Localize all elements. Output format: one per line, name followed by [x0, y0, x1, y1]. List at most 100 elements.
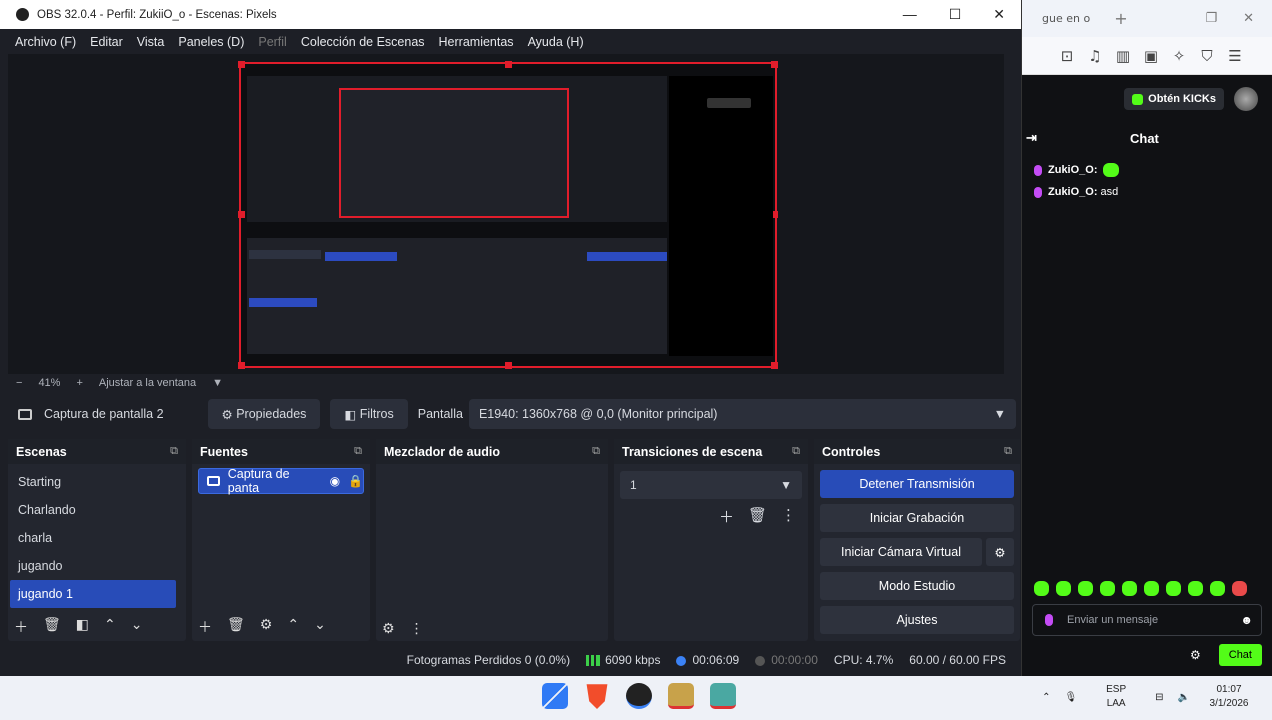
menu-ayuda[interactable]: Ayuda (H) [528, 35, 584, 49]
collapse-chat-icon[interactable]: ⇥ [1022, 130, 1062, 146]
popout-icon[interactable]: ⧉ [170, 445, 178, 458]
volume-icon[interactable]: 🔈 [1178, 692, 1190, 703]
emote-icon[interactable] [1210, 581, 1225, 596]
chat-input[interactable]: Enviar un mensaje ☻ [1032, 604, 1262, 636]
network-icon[interactable]: ⊟ [1155, 692, 1163, 703]
move-up-icon[interactable]: ⌃ [287, 617, 299, 637]
close-icon[interactable]: ✕ [1243, 11, 1254, 26]
source-item[interactable]: Captura de panta ◉ 🔒 [198, 467, 364, 495]
popout-icon[interactable]: ⧉ [354, 445, 362, 458]
clock[interactable]: 01:07 3/1/2026 [1204, 683, 1254, 711]
scene-item[interactable]: jugando [10, 552, 176, 580]
shield-icon[interactable]: ⛉ [1198, 47, 1216, 65]
avatar[interactable] [1234, 87, 1258, 111]
new-tab-icon[interactable]: + [1114, 9, 1127, 28]
menu-vista[interactable]: Vista [137, 35, 165, 49]
add-icon[interactable]: ＋ [719, 506, 734, 527]
resize-handle[interactable] [771, 362, 778, 369]
emote-icon[interactable] [1056, 581, 1071, 596]
microphone-icon[interactable]: 🎙 [1064, 692, 1077, 703]
maximize-button[interactable]: ☐ [949, 6, 962, 23]
preview-area[interactable] [8, 54, 1004, 374]
brave-icon[interactable] [586, 684, 608, 709]
sidebar-icon[interactable]: ▥ [1114, 47, 1132, 65]
start-virtual-camera-button[interactable]: Iniciar Cámara Virtual [820, 538, 982, 566]
add-icon[interactable]: ＋ [198, 617, 212, 637]
screenshot-icon[interactable]: ⊡ [1058, 47, 1076, 65]
menu-paneles[interactable]: Paneles (D) [178, 35, 244, 49]
scene-item[interactable]: charla [10, 524, 176, 552]
virtual-camera-settings-icon[interactable]: ⚙ [986, 538, 1014, 566]
resize-handle[interactable] [238, 362, 245, 369]
start-recording-button[interactable]: Iniciar Grabación [820, 504, 1014, 532]
add-icon[interactable]: ＋ [14, 617, 28, 637]
game-icon[interactable] [710, 683, 736, 709]
ai-icon[interactable]: ✧ [1170, 47, 1188, 65]
fit-window-button[interactable]: Ajustar a la ventana [99, 377, 196, 389]
more-menu-icon[interactable]: ⋮ [410, 621, 424, 637]
scene-item[interactable]: Charlando [10, 496, 176, 524]
transition-select[interactable]: 1 ▼ [620, 471, 802, 499]
resize-handle[interactable] [238, 61, 245, 68]
chevron-up-icon[interactable]: ⌃ [1042, 692, 1050, 703]
close-button[interactable]: ✕ [993, 6, 1005, 23]
scene-item[interactable]: Starting [10, 468, 176, 496]
settings-button[interactable]: Ajustes [820, 606, 1014, 634]
lock-icon[interactable]: 🔒 [348, 474, 363, 488]
properties-button[interactable]: ⚙ Propiedades [207, 399, 321, 429]
emote-icon[interactable] [1188, 581, 1203, 596]
studio-mode-button[interactable]: Modo Estudio [820, 572, 1014, 600]
filters-button[interactable]: ◧ Filtros [330, 399, 408, 429]
filter-icon[interactable]: ◧ [76, 617, 89, 637]
scene-item-selected[interactable]: jugando 1 [10, 580, 176, 608]
emote-icon[interactable] [1122, 581, 1137, 596]
emote-icon[interactable] [1034, 581, 1049, 596]
music-icon[interactable]: ♫ [1086, 47, 1104, 65]
zoom-in-button[interactable]: + [76, 377, 82, 389]
resize-handle[interactable] [505, 362, 512, 369]
chat-username[interactable]: ZukiO_O: [1048, 186, 1098, 198]
chat-username[interactable]: ZukiO_O: [1048, 164, 1098, 176]
eye-icon[interactable]: ◉ [330, 474, 340, 488]
move-down-icon[interactable]: ⌄ [131, 617, 143, 637]
more-menu-icon[interactable]: ⋮ [781, 506, 796, 527]
stop-stream-button[interactable]: Detener Transmisión [820, 470, 1014, 498]
emote-icon[interactable] [1144, 581, 1159, 596]
popout-icon[interactable]: ⧉ [792, 445, 800, 458]
emote-icon[interactable] [1100, 581, 1115, 596]
popout-icon[interactable]: ⧉ [592, 445, 600, 458]
windows-start-icon[interactable] [542, 683, 568, 709]
game-icon[interactable] [668, 683, 694, 709]
move-down-icon[interactable]: ⌄ [314, 617, 326, 637]
menu-herramientas[interactable]: Herramientas [439, 35, 514, 49]
menu-perfil[interactable]: Perfil [258, 35, 286, 49]
zoom-dropdown-icon[interactable]: ▼ [212, 377, 223, 389]
resize-handle[interactable] [771, 61, 778, 68]
popout-icon[interactable]: ⧉ [1004, 445, 1012, 458]
emote-icon[interactable] [1078, 581, 1093, 596]
menu-coleccion[interactable]: Colección de Escenas [301, 35, 425, 49]
menu-archivo[interactable]: Archivo (F) [15, 35, 76, 49]
advanced-audio-icon[interactable]: ⚙ [382, 621, 395, 637]
emote-icon[interactable] [1166, 581, 1181, 596]
gear-icon[interactable]: ⚙ [1190, 648, 1201, 662]
emoji-icon[interactable]: ☻ [1240, 613, 1253, 627]
send-chat-button[interactable]: Chat [1218, 644, 1262, 666]
resize-handle[interactable] [238, 211, 245, 218]
obs-taskbar-icon[interactable] [626, 683, 652, 709]
trash-icon[interactable]: 🗑 [748, 506, 767, 527]
minimize-button[interactable]: — [903, 6, 917, 23]
zoom-out-button[interactable]: − [16, 377, 22, 389]
resize-handle[interactable] [505, 61, 512, 68]
menu-icon[interactable]: ☰ [1226, 47, 1244, 65]
wallet-icon[interactable]: ▣ [1142, 47, 1160, 65]
get-kicks-button[interactable]: Obtén KICKs [1124, 88, 1224, 110]
emote-icon[interactable] [1232, 581, 1247, 596]
move-up-icon[interactable]: ⌃ [104, 617, 116, 637]
menu-editar[interactable]: Editar [90, 35, 123, 49]
restore-icon[interactable]: ❐ [1205, 11, 1217, 26]
language-indicator[interactable]: ESP LAA [1091, 683, 1141, 711]
display-select[interactable]: E1940: 1360x768 @ 0,0 (Monitor principal… [468, 399, 1016, 429]
trash-icon[interactable]: 🗑 [43, 617, 61, 637]
trash-icon[interactable]: 🗑 [227, 617, 245, 637]
